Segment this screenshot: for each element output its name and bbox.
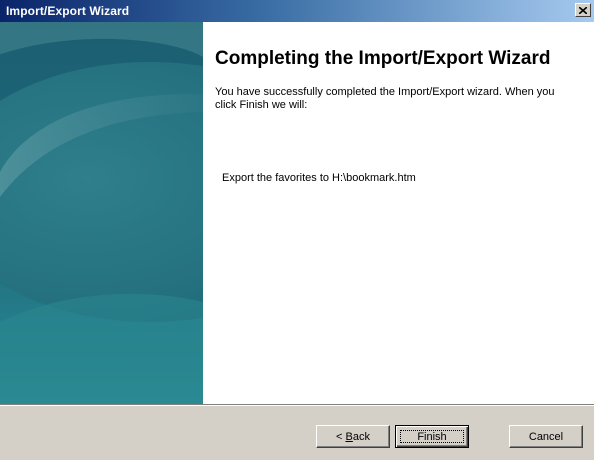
close-icon [579, 6, 587, 14]
back-button[interactable]: < Back [316, 425, 390, 448]
action-summary: Export the favorites to H:\bookmark.htm [222, 172, 416, 184]
wizard-window: Import/Export Wizard Completing the Impo… [0, 0, 594, 460]
focus-rectangle [400, 430, 464, 443]
page-heading: Completing the Import/Export Wizard [215, 48, 551, 69]
back-button-label: < Back [336, 431, 370, 443]
back-mnemonic: B [345, 430, 353, 443]
back-rest: ack [352, 430, 370, 443]
side-banner-image [0, 22, 203, 404]
close-button[interactable] [575, 3, 591, 17]
cancel-button[interactable]: Cancel [509, 425, 583, 448]
title-bar[interactable]: Import/Export Wizard [0, 0, 594, 22]
wizard-body: Completing the Import/Export Wizard You … [0, 22, 594, 404]
window-title: Import/Export Wizard [6, 4, 130, 18]
button-bar: < Back Finish Cancel [0, 404, 594, 460]
content-area: Completing the Import/Export Wizard You … [215, 48, 580, 112]
cancel-button-label: Cancel [528, 430, 564, 443]
back-prefix: < [336, 430, 346, 443]
description-text: You have successfully completed the Impo… [215, 86, 555, 111]
finish-button[interactable]: Finish [395, 425, 469, 448]
